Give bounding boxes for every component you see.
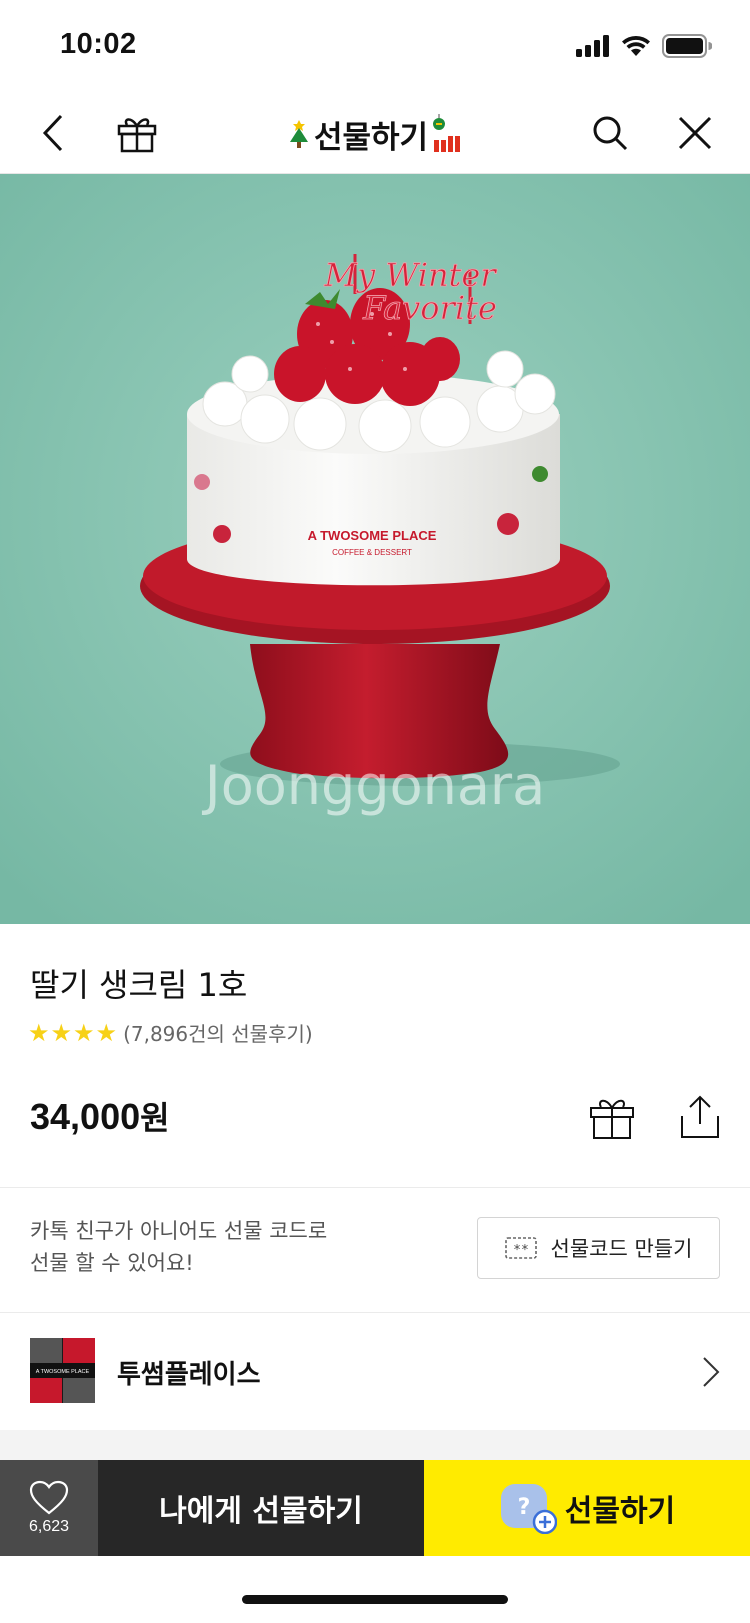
product-image: My Winter Favorite A TWOSOME PLACE COFFE… [0, 174, 750, 924]
rating-stars: ★ ★ ★ ★ [28, 1021, 117, 1045]
christmas-tree-icon [289, 119, 308, 148]
gift-code-desc-line1: 카톡 친구가 아니어도 선물 코드로 [30, 1219, 328, 1243]
like-count: 6,623 [28, 1518, 70, 1535]
wifi-icon [622, 35, 650, 56]
cellular-signal-icon [576, 35, 609, 57]
cake-brand: A TWOSOME PLACE [308, 528, 437, 543]
wish-gift-button[interactable] [585, 1090, 639, 1144]
search-icon [593, 116, 628, 151]
heart-icon [29, 1480, 69, 1515]
gift-to-self-button[interactable]: 나에게 선물하기 [98, 1460, 424, 1556]
topper-line2: Favorite [362, 289, 497, 327]
gift-box-icon [590, 1099, 634, 1139]
create-gift-code-label: 선물코드 만들기 [550, 1237, 693, 1261]
ornament-gifts-icon [433, 113, 461, 152]
search-button[interactable] [585, 108, 635, 158]
status-icons [576, 34, 712, 58]
review-count: (7,896건의 선물후기) [123, 1022, 313, 1046]
page-title-wrap: 선물하기 [0, 112, 750, 157]
watermark: Joonggonara [202, 754, 545, 817]
svg-text:**: ** [513, 1243, 529, 1258]
star-icon: ★ [50, 1018, 73, 1047]
price-unit: 원 [140, 1099, 170, 1137]
gift-code-description: 카톡 친구가 아니어도 선물 코드로 선물 할 수 있어요! [30, 1215, 327, 1279]
price-number: 34,000 [30, 1096, 141, 1137]
share-button[interactable] [673, 1090, 727, 1144]
brand-logo: A TWOSOME PLACE [30, 1338, 95, 1403]
brand-row[interactable]: A TWOSOME PLACE 투썸플레이스 [0, 1313, 750, 1430]
gift-friend-icon: ? [500, 1484, 557, 1534]
gift-code-desc-line2: 선물 할 수 있어요! [30, 1251, 194, 1275]
share-icon [681, 1095, 719, 1138]
star-icon: ★ [95, 1018, 118, 1047]
close-icon [678, 116, 712, 150]
page-title: 선물하기 [313, 120, 429, 156]
chevron-right-icon [702, 1356, 720, 1392]
nav-bar: 선물하기 [0, 92, 750, 174]
rating-row[interactable]: ★ ★ ★ ★ (7,896건의 선물후기) [28, 1018, 313, 1047]
battery-icon [662, 34, 712, 58]
close-button[interactable] [670, 108, 720, 158]
status-time: 10:02 [60, 28, 137, 60]
status-bar: 10:02 [0, 0, 750, 92]
cake-sub: COFFEE & DESSERT [332, 548, 412, 557]
code-card-icon: ** [504, 1237, 537, 1259]
section-spacer [0, 1430, 750, 1460]
star-icon: ★ [73, 1018, 95, 1047]
send-gift-label: 선물하기 [564, 1494, 676, 1529]
brand-name: 투썸플레이스 [117, 1360, 261, 1390]
svg-text:A TWOSOME PLACE: A TWOSOME PLACE [36, 1369, 90, 1375]
send-gift-button[interactable]: ? 선물하기 [424, 1460, 750, 1556]
svg-text:?: ? [517, 1495, 530, 1520]
create-gift-code-button[interactable]: ** 선물코드 만들기 [477, 1217, 720, 1279]
product-title: 딸기 생크림 1호 [30, 966, 248, 1004]
like-button[interactable]: 6,623 [0, 1460, 98, 1556]
cake-illustration: My Winter Favorite A TWOSOME PLACE COFFE… [0, 174, 750, 924]
divider [0, 1187, 750, 1188]
price: 34,000원 [30, 1093, 170, 1139]
home-indicator[interactable] [242, 1595, 508, 1604]
star-icon: ★ [28, 1018, 50, 1047]
bottom-action-bar: 6,623 나에게 선물하기 ? 선물하기 [0, 1460, 750, 1556]
